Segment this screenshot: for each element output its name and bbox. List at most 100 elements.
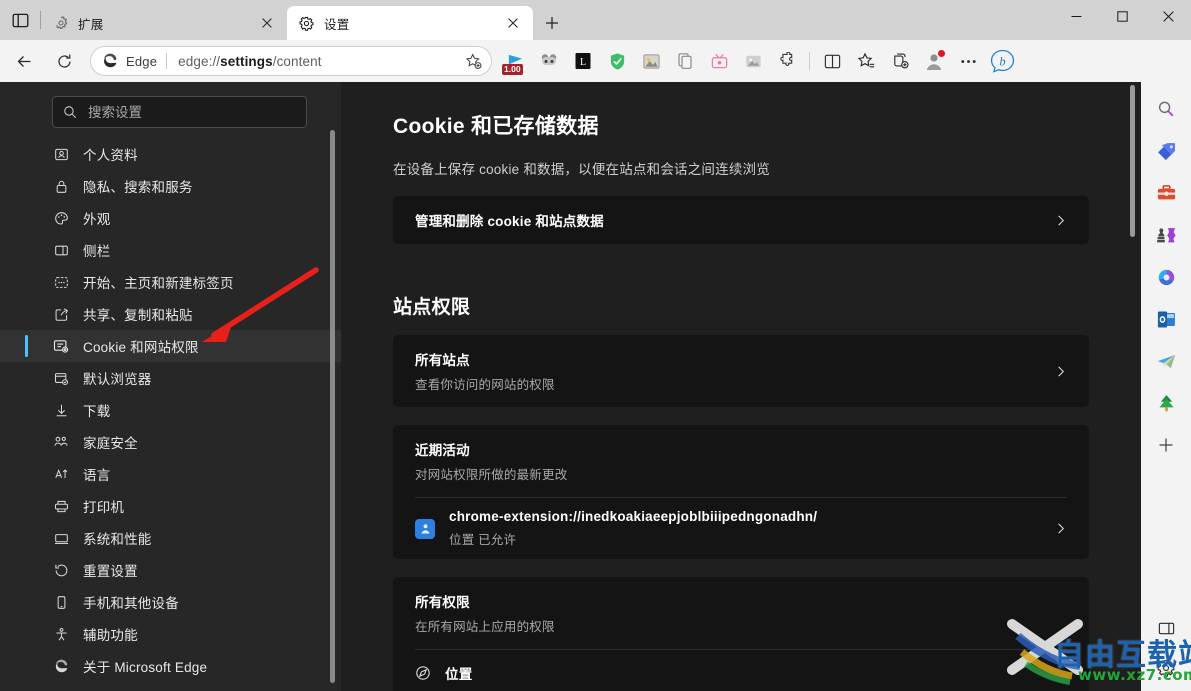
settings-nav-list: 个人资料 隐私、搜索和服务 外观 侧栏 开始、主页和新建标签页 共享、复制和粘贴… (0, 138, 341, 682)
new-tab-button[interactable] (535, 6, 569, 40)
tools-toolbox-icon[interactable] (1149, 176, 1183, 210)
maximize-button[interactable] (1099, 0, 1145, 32)
all-sites-card: 所有站点 查看你访问的网站的权限 (393, 335, 1089, 407)
sidebar-item-default-browser[interactable]: 默认浏览器 (0, 362, 341, 394)
sidebar-item-label: 家庭安全 (83, 436, 138, 451)
cookie-permissions-icon (52, 337, 70, 355)
search-input[interactable] (88, 104, 296, 120)
row-description: 查看你访问的网站的权限 (415, 378, 555, 392)
star-add-icon[interactable] (461, 49, 485, 73)
manage-cookies-card: 管理和删除 cookie 和站点数据 (393, 196, 1089, 244)
entry-url: chrome-extension://inedkoakiaeepjoblbiii… (449, 509, 818, 524)
sidebar-item-start-home-newtab[interactable]: 开始、主页和新建标签页 (0, 266, 341, 298)
tab-title: 设置 (324, 17, 350, 32)
favorites-icon[interactable] (851, 46, 881, 76)
sidebar-item-label: 隐私、搜索和服务 (83, 180, 193, 195)
minimize-button[interactable] (1053, 0, 1099, 32)
black-square-l-icon[interactable]: L (568, 46, 598, 76)
sidebar-item-share-copy-paste[interactable]: 共享、复制和粘贴 (0, 298, 341, 330)
recent-activity-entry[interactable]: chrome-extension://inedkoakiaeepjoblbiii… (393, 498, 1089, 559)
sidebar-item-sidebar[interactable]: 侧栏 (0, 234, 341, 266)
tab-settings[interactable]: 设置 (287, 6, 533, 40)
profile-avatar-icon[interactable] (919, 46, 949, 76)
sidebar-item-about-edge[interactable]: 关于 Microsoft Edge (0, 650, 341, 682)
home-page-icon (52, 273, 70, 291)
sidebar-item-appearance[interactable]: 外观 (0, 202, 341, 234)
sidebar-item-phone-other-devices[interactable]: 手机和其他设备 (0, 586, 341, 618)
collections-icon[interactable] (885, 46, 915, 76)
sidebar-scrollbar[interactable] (330, 130, 335, 683)
settings-sidebar: 个人资料 隐私、搜索和服务 (0, 82, 341, 691)
sidebar-item-label: Cookie 和网站权限 (83, 340, 199, 355)
sidebar-item-label: 共享、复制和粘贴 (83, 308, 193, 323)
accessibility-icon (52, 625, 70, 643)
clipboard-copy-icon[interactable] (670, 46, 700, 76)
split-screen-icon[interactable] (817, 46, 847, 76)
sidebar-item-cookies-site-permissions[interactable]: Cookie 和网站权限 (0, 330, 341, 362)
sidebar-settings-gear-icon[interactable] (1149, 651, 1183, 685)
toggle-sidebar-icon[interactable] (1149, 611, 1183, 645)
outlook-icon[interactable] (1149, 302, 1183, 336)
window-controls (1053, 0, 1191, 40)
close-icon[interactable] (255, 11, 279, 35)
sidebar-item-accessibility[interactable]: 辅助功能 (0, 618, 341, 650)
permission-location-row[interactable]: 位置 (393, 650, 1089, 691)
sidebar-item-privacy[interactable]: 隐私、搜索和服务 (0, 170, 341, 202)
add-sidebar-app-icon[interactable] (1149, 428, 1183, 462)
copilot-bing-icon[interactable]: b (987, 46, 1017, 76)
tab-extensions[interactable]: 扩展 (41, 6, 287, 40)
sidebar-item-label: 重置设置 (83, 564, 138, 579)
sidebar-item-label: 系统和性能 (83, 532, 152, 547)
content-scrollbar[interactable] (1130, 85, 1135, 237)
sidebar-item-printers[interactable]: 打印机 (0, 490, 341, 522)
address-bar[interactable]: Edge edge://settings/content (90, 46, 492, 76)
sidebar-item-system-performance[interactable]: 系统和性能 (0, 522, 341, 554)
telegram-icon[interactable] (1149, 344, 1183, 378)
close-button[interactable] (1145, 0, 1191, 32)
tab-list-icon[interactable] (0, 0, 40, 40)
office-365-icon[interactable] (1149, 260, 1183, 294)
all-sites-row[interactable]: 所有站点 查看你访问的网站的权限 (393, 335, 1089, 407)
reset-icon (52, 561, 70, 579)
sidebar-item-label: 个人资料 (83, 148, 138, 163)
panda-extension-icon[interactable] (534, 46, 564, 76)
tab-strip: 扩展 设置 (0, 0, 1191, 40)
chevron-right-icon (1054, 522, 1067, 535)
back-button[interactable] (7, 45, 41, 77)
edge-logo-icon (101, 52, 119, 70)
green-shield-check-icon[interactable] (602, 46, 632, 76)
tree-icon[interactable] (1149, 386, 1183, 420)
pink-tv-icon[interactable] (704, 46, 734, 76)
sidebar-item-label: 开始、主页和新建标签页 (83, 276, 234, 291)
download-icon (52, 401, 70, 419)
sidebar-item-languages[interactable]: 语言 (0, 458, 341, 490)
games-icon[interactable] (1149, 218, 1183, 252)
sidebar-item-downloads[interactable]: 下载 (0, 394, 341, 426)
svg-text:b: b (999, 54, 1005, 68)
gray-photo-icon[interactable] (738, 46, 768, 76)
video-speed-badge-icon[interactable]: 1.00 (500, 46, 530, 76)
omnibox-url[interactable]: edge://settings/content (178, 54, 461, 69)
settings-more-icon[interactable] (953, 46, 983, 76)
manage-cookies-row[interactable]: 管理和删除 cookie 和站点数据 (393, 196, 1089, 244)
row-title: 所有权限 (415, 595, 470, 610)
close-icon[interactable] (501, 11, 525, 35)
site-permissions-heading: 站点权限 (393, 297, 471, 318)
extensions-puzzle-icon[interactable] (772, 46, 802, 76)
reload-button[interactable] (47, 45, 81, 77)
chevron-right-icon (1054, 214, 1067, 227)
search-icon[interactable] (1149, 92, 1183, 126)
extension-blue-icon (415, 518, 435, 539)
chevron-right-icon (1054, 365, 1067, 378)
sidebar-item-family-safety[interactable]: 家庭安全 (0, 426, 341, 458)
palette-icon (52, 209, 70, 227)
sidebar-item-profile[interactable]: 个人资料 (0, 138, 341, 170)
sidebar-item-reset-settings[interactable]: 重置设置 (0, 554, 341, 586)
tab-title: 扩展 (78, 17, 104, 32)
image-tool-icon[interactable] (636, 46, 666, 76)
omnibox-divider (166, 53, 168, 69)
entry-status: 位置 已允许 (449, 533, 517, 547)
shopping-tag-icon[interactable] (1149, 134, 1183, 168)
sidebar-item-label: 关于 Microsoft Edge (83, 660, 208, 675)
search-settings-box[interactable] (52, 96, 307, 128)
